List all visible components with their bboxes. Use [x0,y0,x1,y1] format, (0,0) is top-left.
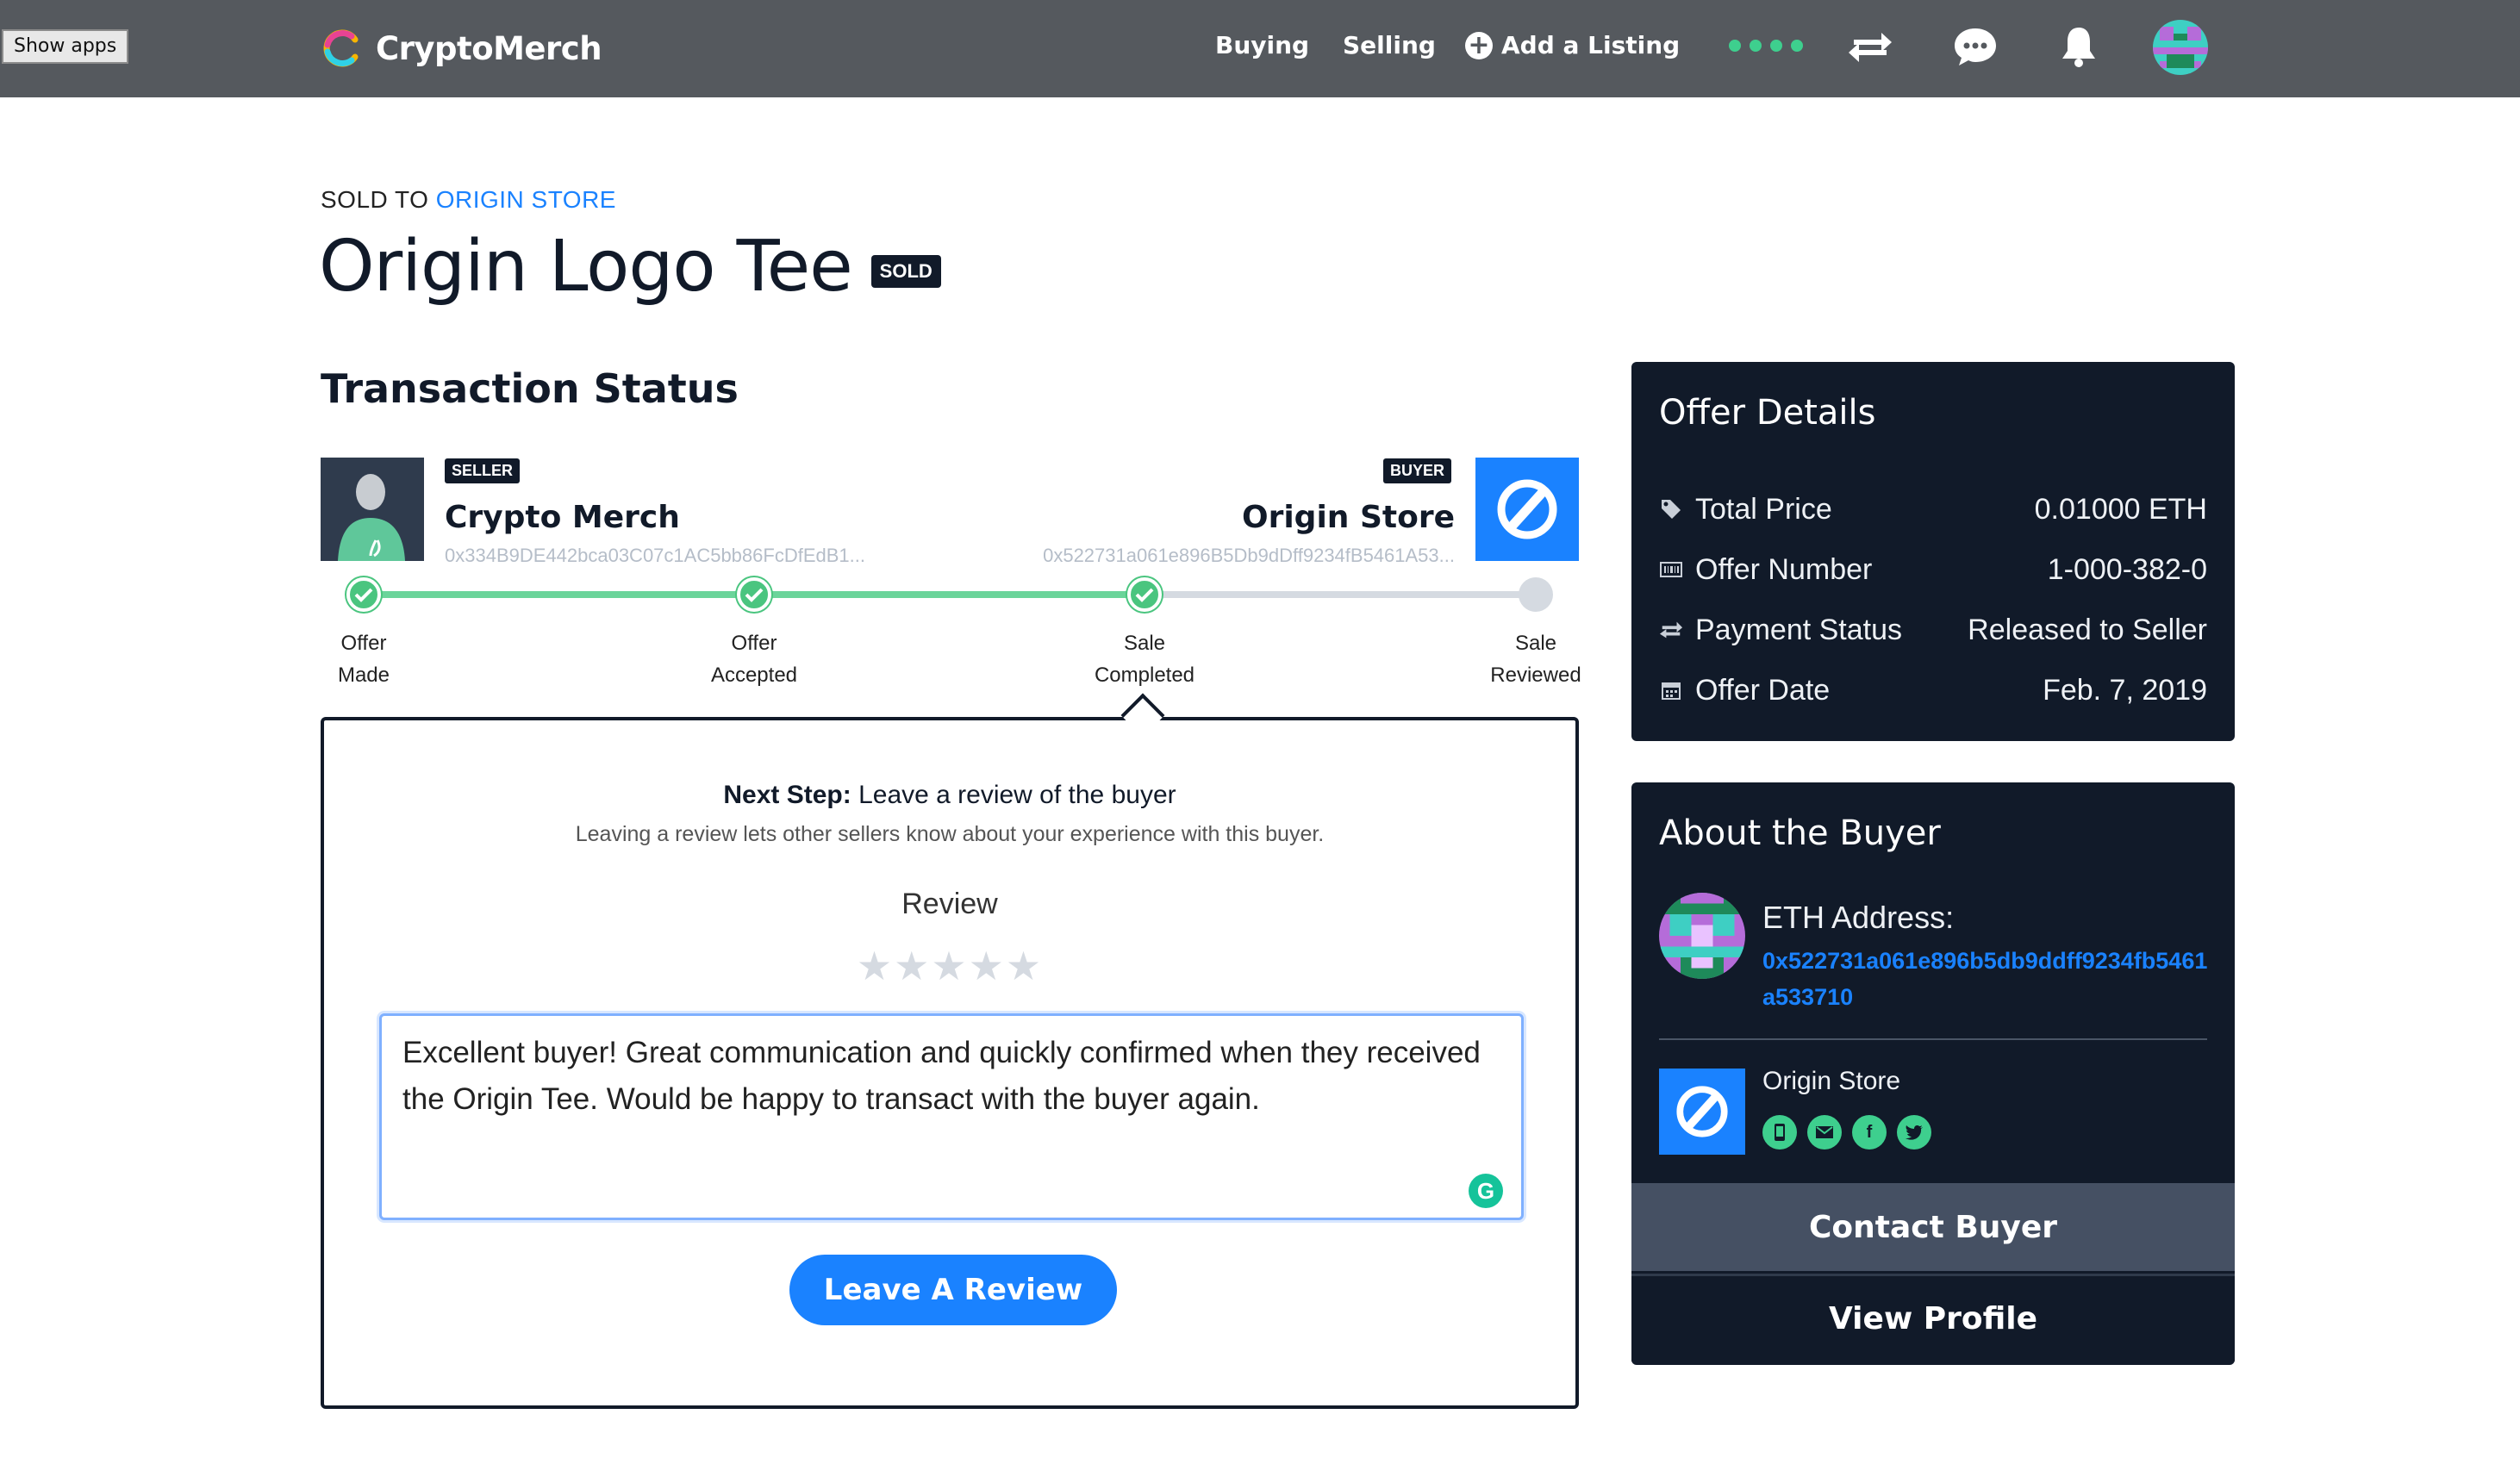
offer-row-value: Feb. 7, 2019 [2043,673,2207,707]
step-label-line: Accepted [710,664,798,687]
next-step-heading: Next Step: Leave a review of the buyer [324,781,1575,810]
eth-address-label: ETH Address: [1762,900,1955,935]
step-offer-made-check-icon [346,577,381,612]
transaction-status-title: Transaction Status [321,365,739,412]
step-label-line: Completed [1094,664,1195,687]
seller-address[interactable]: 0x334B9DE442bca03C07c1AC5bb86FcDfEdB1... [445,545,865,567]
tag-icon [1659,497,1683,521]
offer-row-total-price: Total Price 0.01000 ETH [1659,488,2207,531]
buyer-store-avatar[interactable] [1659,1069,1745,1155]
review-textarea[interactable]: Excellent buyer! Great communication and… [379,1013,1524,1220]
step-label-line: Sale [1123,632,1166,655]
status-dot [1791,40,1803,52]
add-listing-label: Add a Listing [1501,31,1681,59]
seller-name[interactable]: Crypto Merch [445,500,680,535]
show-apps-button[interactable]: Show apps [2,29,129,64]
transfer-icon [1659,618,1683,642]
offer-details-title: Offer Details [1659,393,1876,433]
about-buyer-title: About the Buyer [1659,813,1941,853]
step-label-line: Reviewed [1490,664,1581,687]
buyer-name[interactable]: Origin Store [1242,500,1455,535]
step-label-sale-completed: Sale Completed [1076,627,1213,691]
verification-badges: f [1762,1115,1931,1150]
progress-track-remaining [1145,591,1536,598]
sold-to-buyer-link[interactable]: ORIGIN STORE [436,186,616,213]
offer-row-payment-status: Payment Status Released to Seller [1659,608,2207,651]
origin-logo-icon [1497,479,1557,539]
step-label-line: Offer [340,632,387,655]
brand-name: CryptoMerch [376,29,602,67]
review-panel: Next Step: Leave a review of the buyer L… [321,717,1579,1409]
next-step-label: Next Step: [723,781,851,809]
offer-details-card: Offer Details Total Price 0.01000 ETH Of… [1631,362,2235,741]
nav-selling-link[interactable]: Selling [1343,31,1436,59]
network-status-indicator[interactable] [1729,40,1803,52]
step-label-offer-accepted: Offer Accepted [685,627,823,691]
buyer-avatar[interactable] [1475,458,1579,561]
calendar-icon [1659,678,1683,702]
brand-logo[interactable]: CryptoMerch [321,22,602,74]
transfer-icon[interactable] [1844,21,1896,72]
nav-add-listing-link[interactable]: + Add a Listing [1465,31,1680,59]
about-buyer-card: About the Buyer ETH Address: 0x522731a06… [1631,782,2235,1365]
contact-buyer-button[interactable]: Contact Buyer [1631,1183,2235,1271]
offer-row-value: 1-000-382-0 [2047,552,2207,586]
offer-row-label: Offer Number [1695,552,1873,586]
next-step-subtitle: Leaving a review lets other sellers know… [575,822,1325,846]
step-label-line: Offer [731,632,777,655]
buyer-store-name[interactable]: Origin Store [1762,1067,1900,1096]
card-divider [1659,1038,2207,1040]
top-nav-bar: Show apps CryptoMerch Buying Selling + A… [0,0,2520,97]
offer-row-label: Total Price [1695,492,1832,526]
buyer-role-badge: BUYER [1383,458,1452,483]
step-label-line: Sale [1514,632,1557,655]
offer-row-offer-number: Offer Number 1-000-382-0 [1659,548,2207,591]
grammarly-icon[interactable]: G [1469,1174,1503,1208]
status-dot [1770,40,1782,52]
page-title: Origin Logo Tee [319,226,853,308]
next-step-text: Leave a review of the buyer [851,781,1176,809]
nav-buying-link[interactable]: Buying [1215,31,1309,59]
offer-row-value: Released to Seller [1968,613,2207,646]
bell-icon[interactable] [2053,21,2105,72]
status-dot [1750,40,1762,52]
offer-row-value: 0.01000 ETH [2034,492,2207,526]
step-sale-reviewed-dot [1519,577,1553,612]
sold-to-line: SOLD TO ORIGIN STORE [321,186,616,214]
view-profile-button[interactable]: View Profile [1631,1274,2235,1361]
step-label-sale-reviewed: Sale Reviewed [1467,627,1605,691]
email-icon [1807,1115,1842,1150]
seller-role-badge: SELLER [445,458,521,483]
step-label-line: Made [337,664,390,687]
plus-icon: + [1465,31,1493,59]
origin-logo-icon [1676,1086,1728,1137]
review-label: Review [901,888,998,920]
offer-row-label: Offer Date [1695,673,1831,707]
star-rating-input[interactable]: ★★★★★ [324,943,1575,989]
cryptomerch-logo-icon [323,29,359,67]
sold-to-prefix: SOLD TO [321,186,429,213]
seller-avatar[interactable] [321,458,424,561]
phone-icon [1762,1115,1797,1150]
listing-title-row: Origin Logo Tee SOLD [319,226,941,308]
step-offer-accepted-check-icon [737,577,771,612]
facebook-icon: f [1852,1115,1887,1150]
buyer-identicon-avatar[interactable] [1659,893,1745,979]
step-sale-completed-check-icon [1127,577,1162,612]
chat-icon[interactable] [1949,21,2001,72]
eth-address-link[interactable]: 0x522731a061e896b5db9ddff9234fb5461a5337… [1762,943,2211,1015]
status-badge: SOLD [870,254,941,288]
offer-row-offer-date: Offer Date Feb. 7, 2019 [1659,669,2207,712]
step-label-offer-made: Offer Made [295,627,433,691]
twitter-icon [1897,1115,1931,1150]
offer-row-label: Payment Status [1695,613,1903,646]
avatar-icon[interactable] [2153,20,2208,75]
buyer-address[interactable]: 0x522731a061e896B5Db9dDff9234fB5461A53..… [1043,545,1455,567]
barcode-icon [1659,558,1683,582]
leave-review-button[interactable]: Leave A Review [789,1255,1117,1325]
status-dot [1729,40,1741,52]
